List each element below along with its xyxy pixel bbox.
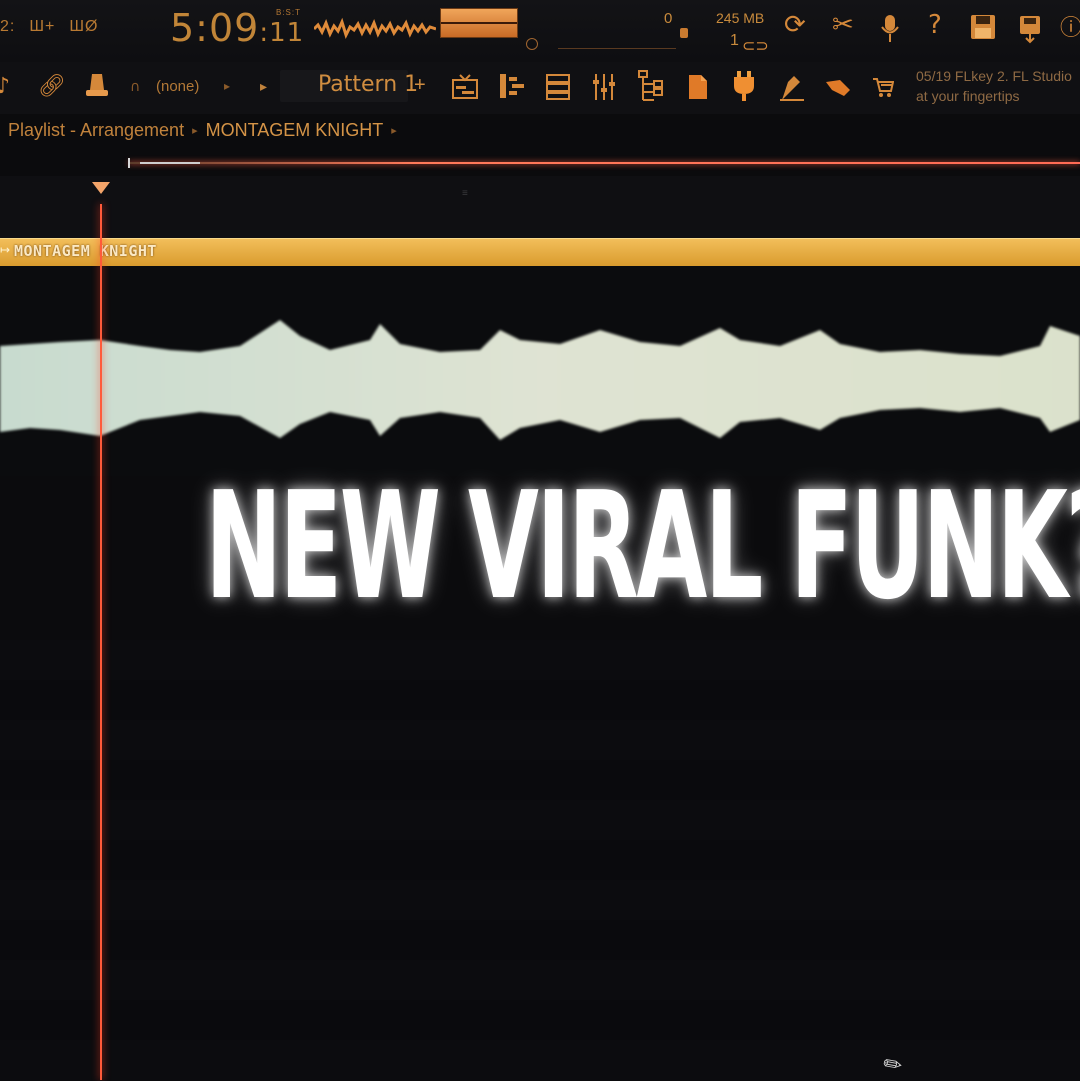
playlist-icon[interactable] [452, 74, 478, 105]
toolbar-left-item-3[interactable]: ШØ [69, 18, 98, 36]
microphone-icon[interactable] [880, 14, 900, 49]
plugin-icon[interactable] [732, 70, 756, 107]
pattern-prev-icon[interactable]: ▸ [260, 80, 267, 94]
save-icon[interactable] [970, 14, 996, 45]
breadcrumb: Playlist - Arrangement ▸ MONTAGEM KNIGHT… [8, 120, 397, 141]
playlist-track-area[interactable] [0, 640, 1080, 1080]
hint-line-1: 05/19 FLkey 2. FL Studio [916, 68, 1072, 84]
timeline-ruler[interactable] [0, 176, 1080, 238]
brush-icon[interactable] [824, 76, 852, 103]
master-pitch-knob[interactable] [526, 38, 538, 50]
polyphony-readout: 1 [730, 32, 739, 49]
master-volume-meter [440, 8, 518, 38]
cpu-readout: 0 [664, 10, 673, 27]
playhead-marker-icon[interactable] [92, 182, 110, 194]
audio-clip-header[interactable]: ↦ MONTAGEM KNIGHT [0, 238, 1080, 269]
breadcrumb-arrow-icon[interactable]: ▸ [391, 124, 397, 137]
playhead-line[interactable] [100, 204, 102, 1080]
file-icon[interactable] [688, 74, 708, 105]
scissors-icon[interactable]: ✂ [832, 12, 854, 38]
ruler-grip-icon[interactable]: ≡ [462, 188, 468, 199]
audio-clip-name: MONTAGEM KNIGHT [14, 242, 157, 260]
overlay-headline: NEW VIRAL FUNK? [205, 460, 1080, 632]
toolbar-left-controls: 2: Ш+ ШØ [0, 18, 98, 36]
link-icon[interactable]: 🔗︎ [38, 76, 66, 98]
browser-icon[interactable] [638, 70, 664, 107]
info-icon[interactable]: ⓘ [1060, 18, 1080, 40]
add-pattern-button[interactable]: + [414, 74, 426, 97]
breadcrumb-current[interactable]: MONTAGEM KNIGHT [206, 120, 384, 141]
toolbar-left-item-2[interactable]: Ш+ [29, 18, 55, 36]
secondary-toolbar: ♪ 🔗︎ ∩ (none) ▸ ▸ Pattern 1 + 05/19 FLke… [0, 62, 1080, 114]
cpu-icon [680, 28, 688, 38]
song-position-main: 5:09 [170, 6, 260, 50]
pattern-label[interactable]: Pattern 1 [318, 72, 418, 97]
scrollbar-thumb[interactable] [128, 158, 200, 168]
touch-icon[interactable] [778, 72, 806, 107]
snap-magnet-icon[interactable]: ∩ [130, 80, 140, 94]
breadcrumb-separator-icon: ▸ [192, 125, 198, 137]
piano-roll-icon[interactable] [498, 72, 526, 105]
render-icon[interactable] [1018, 14, 1042, 49]
hint-line-2: at your fingertips [916, 88, 1020, 104]
song-position-fraction: 11 [269, 18, 305, 48]
breadcrumb-root[interactable]: Playlist - Arrangement [8, 120, 184, 141]
channel-rack-icon[interactable] [546, 74, 570, 105]
horizontal-scrollbar[interactable] [128, 162, 1080, 164]
audio-waveform [0, 320, 1080, 440]
shop-cart-icon[interactable] [872, 76, 895, 103]
toolbar-left-item-1[interactable]: 2: [0, 18, 15, 36]
mixer-icon[interactable] [592, 72, 616, 107]
lips-icon[interactable]: ⊂⊃ [742, 36, 769, 56]
stamp-icon[interactable] [84, 72, 110, 105]
refresh-icon[interactable]: ⟳ [784, 12, 806, 38]
memory-readout: 245 MB [716, 10, 765, 26]
tempo-slider[interactable] [558, 48, 676, 49]
tool-icon-left[interactable]: ♪ [0, 76, 10, 98]
hint-panel: 05/19 FLkey 2. FL Studio at your fingert… [916, 66, 1080, 106]
time-mode-label[interactable]: B:S:T [276, 8, 301, 17]
snap-select[interactable]: (none) [156, 78, 199, 95]
main-toolbar: 2: Ш+ ШØ 5:09:11 B:S:T 0 245 MB 1 ⊂⊃ ⟳ ✂… [0, 0, 1080, 62]
help-icon[interactable]: ? [928, 12, 942, 38]
output-oscilloscope [314, 17, 436, 40]
snap-arrow-icon[interactable]: ▸ [224, 80, 230, 92]
clip-menu-icon[interactable]: ↦ [0, 243, 10, 257]
